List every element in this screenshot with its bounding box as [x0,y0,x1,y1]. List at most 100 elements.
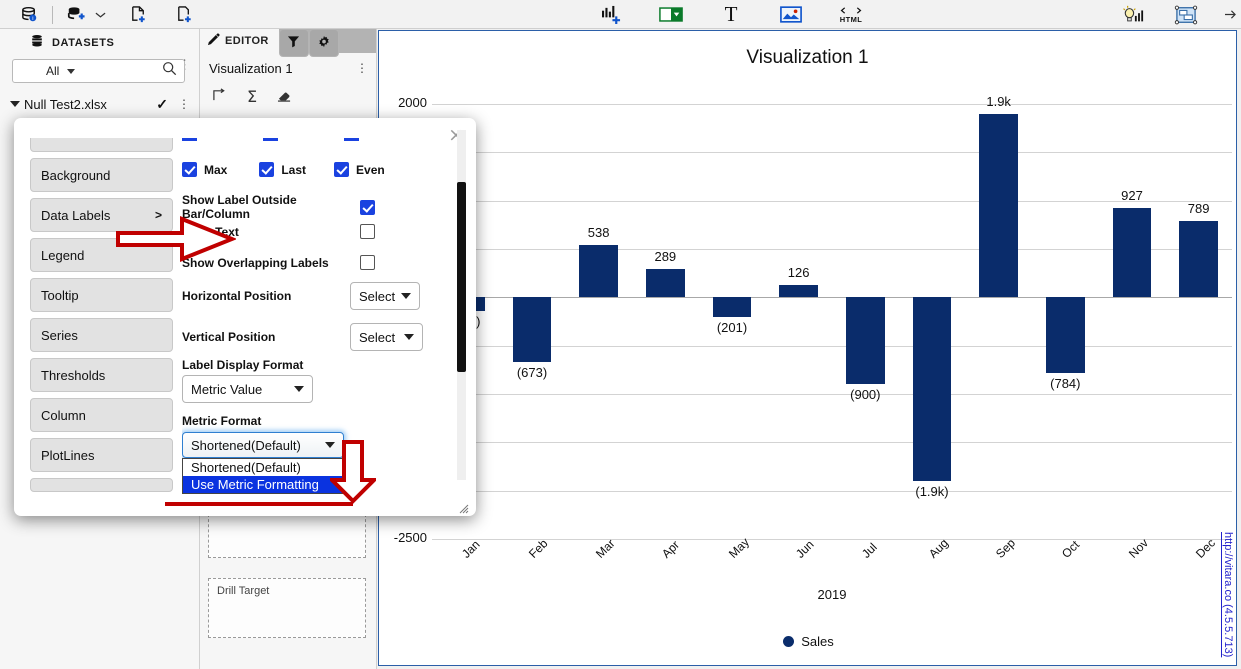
chart-legend-marker [783,636,795,647]
chevron-down-icon[interactable] [91,0,109,29]
metric-format-label: Metric Format [182,414,262,428]
chart-bar-label: (201) [716,319,748,335]
dialog-nav-item-partial[interactable] [30,478,173,492]
dialog-scrollbar-track[interactable] [457,130,466,480]
chart-bar[interactable] [1046,297,1085,374]
chart-bar[interactable] [1112,207,1152,298]
dialog-nav-item-column[interactable]: Column [30,398,173,432]
chart-gridline [432,345,1232,347]
datasource-info-icon[interactable]: i [14,0,44,29]
add-visualization-icon[interactable] [596,0,626,29]
checkbox-show-overlapping-labels[interactable] [360,255,375,270]
metric-format-option-list[interactable]: Shortened(Default) Use Metric Formatting [182,458,344,494]
chart-gridline [432,490,1232,492]
label-display-format-label: Label Display Format [182,358,304,372]
dialog-nav-item-axes[interactable]: Axes [30,138,173,152]
chart-properties-dialog[interactable]: × AxesBackgroundData Labels>LegendToolti… [14,118,476,516]
dialog-nav-item-tooltip[interactable]: Tooltip [30,278,173,312]
checkbox-wrap-text[interactable] [360,224,375,239]
chart-bar[interactable] [779,285,818,298]
editor-action-icons: Σ [200,83,376,111]
dataset-name: Null Test2.xlsx [24,96,107,112]
toolbar-left-group: i [0,0,199,29]
chart-bar-label: (673) [516,365,548,381]
chart-bar[interactable] [1179,221,1218,298]
application-window: i T HTML DATASETS All Null Test2.xlsx ✓ … [0,0,1241,669]
tab-editor[interactable]: EDITOR [200,29,279,53]
add-text-icon[interactable]: T [716,0,746,29]
dialog-nav-item-label: Series [41,327,78,343]
dialog-nav-item-label: Legend [41,247,85,263]
dialog-nav-item-plotlines[interactable]: PlotLines [30,438,173,472]
add-image-icon[interactable] [776,0,806,29]
metric-format-option-shortened[interactable]: Shortened(Default) [183,459,343,476]
eraser-icon[interactable] [277,88,292,107]
label-display-format-select[interactable]: Metric Value [182,375,313,403]
sigma-icon[interactable]: Σ [247,87,257,107]
dialog-nav-item-label: Background [41,167,111,183]
chart-legend-label: Sales [801,634,834,649]
dialog-scrollbar-thumb[interactable] [457,182,466,372]
chart-x-axis-title: 2019 [817,587,847,602]
partial-checkbox-stub-3 [344,138,359,141]
visualization-title-row: Visualization 1 ⋮ [200,53,376,83]
pencil-icon [207,33,220,49]
chart-bar-label: (1.9k) [915,484,949,499]
dataset-item-menu-button[interactable]: ⋮ [178,98,190,110]
vendor-watermark[interactable]: http://vitara.co (4.5.5.713) [1222,532,1234,657]
tab-editor-label: EDITOR [225,35,269,47]
chart-bar[interactable] [712,297,752,317]
search-icon[interactable] [162,61,177,81]
dialog-nav-item-series[interactable]: Series [30,318,173,352]
checkbox-show-label-outside[interactable] [360,199,375,215]
chart-bar[interactable] [912,297,952,481]
metric-format-select[interactable]: Shortened(Default) [182,432,344,458]
editor-tab-bar: EDITOR [200,29,376,57]
chart-bar[interactable] [579,245,618,298]
dataset-filter-control[interactable]: All [12,59,185,83]
chart-bar[interactable] [979,113,1018,298]
insights-icon[interactable] [1119,0,1149,29]
partial-checkbox-stub-1 [182,138,197,141]
vertical-position-select[interactable]: Select [350,323,423,351]
metric-format-option-use-metric-formatting[interactable]: Use Metric Formatting [183,476,343,493]
dataset-filter-value: All [46,64,60,78]
chart-legend-item[interactable]: Sales [783,634,834,649]
chart-bar[interactable] [646,269,685,298]
html-icon-label: HTML [839,14,863,24]
new-document-icon[interactable] [123,0,153,29]
chart-x-tick-label: Apr [659,537,683,561]
add-dataset-icon[interactable] [61,0,91,29]
checkbox-last[interactable] [259,162,275,177]
horizontal-position-select[interactable]: Select [350,282,420,310]
chart-legend: Sales [379,634,1238,649]
derive-icon[interactable] [212,87,227,107]
metric-format-highlight-underline [165,502,353,506]
dialog-nav-item-thresholds[interactable]: Thresholds [30,358,173,392]
add-html-icon[interactable]: HTML [836,0,866,29]
drill-target-dropzone[interactable]: Drill Target [208,578,366,638]
svg-text:i: i [32,16,33,22]
dialog-settings-body: Max Last Even Show Label Outside Bar/Col… [182,124,466,498]
chart-bar[interactable] [512,297,552,363]
visualization-menu-button[interactable]: ⋮ [356,62,368,74]
layout-icon[interactable] [1171,0,1201,29]
chart-x-tick-label: Oct [1059,537,1083,561]
checkbox-even[interactable] [334,162,350,177]
data-labels-arrow [116,216,236,262]
add-selector-icon[interactable] [656,0,686,29]
unnamed-dropzone[interactable] [208,514,366,558]
dialog-nav-item-background[interactable]: Background [30,158,173,192]
chart-bar[interactable] [846,297,885,385]
dataset-item-row[interactable]: Null Test2.xlsx ✓ ⋮ [0,91,200,117]
new-page-icon[interactable] [169,0,199,29]
expand-arrow-icon[interactable] [10,101,20,107]
collapse-icon[interactable] [1223,0,1237,29]
tab-filter[interactable] [278,29,309,57]
checkbox-max[interactable] [182,162,197,177]
visualization-canvas[interactable]: Visualization 1 2000-2500(146)Jan(673)Fe… [378,30,1237,666]
chevron-down-icon [401,293,411,299]
tab-settings[interactable] [308,29,339,57]
chevron-down-icon[interactable] [67,68,76,74]
dialog-resize-grip[interactable] [459,501,469,514]
